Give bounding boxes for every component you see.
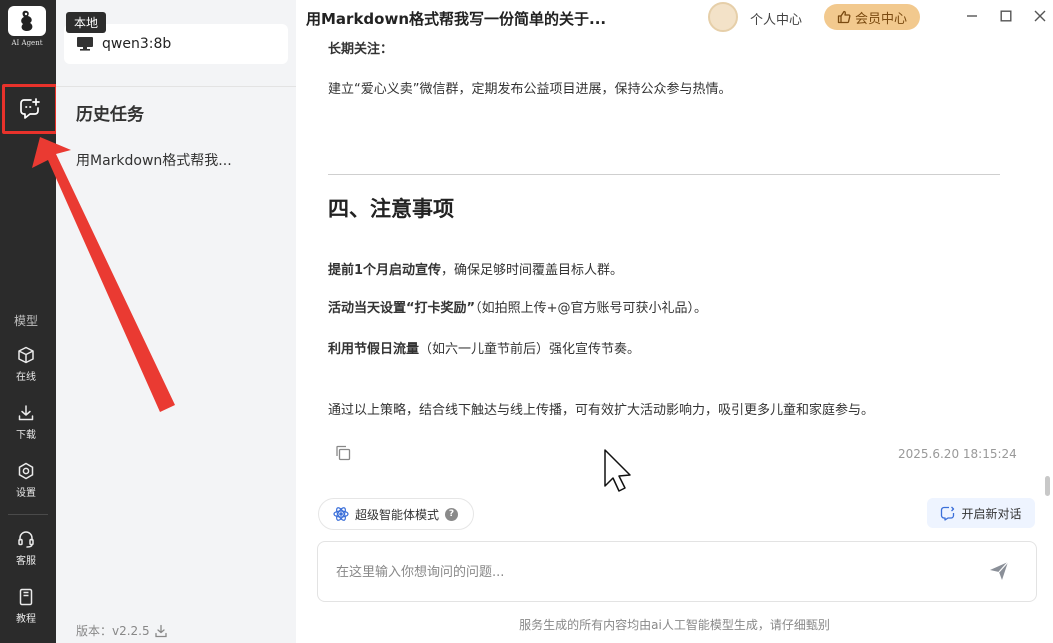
rail-item-label: 客服 <box>16 556 36 567</box>
new-conversation-button[interactable]: 开启新对话 <box>927 498 1035 528</box>
model-section-label: 模型 <box>13 314 38 328</box>
maximize-button[interactable] <box>996 6 1016 26</box>
note-item: 利用节假日流量（如六一儿童节前后）强化宣传节奏。 <box>328 342 641 357</box>
history-title: 历史任务 <box>76 105 144 125</box>
thumbs-up-icon <box>837 10 851 24</box>
rail-divider <box>8 514 48 515</box>
message-input[interactable] <box>336 560 956 584</box>
rail-item-support[interactable]: 客服 <box>0 530 52 567</box>
version-label: 版本：v2.2.5 <box>76 624 150 638</box>
summary-text: 通过以上策略，结合线下触达与线上传播，可有效扩大活动影响力，吸引更多儿童和家庭参… <box>328 403 875 418</box>
rail-item-tutorial[interactable]: 教程 <box>0 588 52 625</box>
vip-label: 会员中心 <box>854 11 907 27</box>
section-heading: 四、注意事项 <box>328 197 454 221</box>
conversation-title: 用Markdown格式帮我写一份简单的关于... <box>306 10 607 28</box>
new-chat-button[interactable] <box>2 84 58 134</box>
message-timestamp: 2025.6.20 18:15:24 <box>898 447 1017 461</box>
rail-item-label: 下载 <box>16 430 36 441</box>
rail-item-label: 在线 <box>16 372 36 383</box>
rail-item-label: 教程 <box>16 614 36 625</box>
logo-caption: AI Agent <box>11 39 43 47</box>
avatar[interactable] <box>708 2 738 32</box>
rail-item-online[interactable]: 在线 <box>0 346 52 383</box>
new-conversation-label: 开启新对话 <box>961 506 1022 521</box>
rail-item-label: 设置 <box>16 488 36 499</box>
close-icon <box>1034 10 1046 22</box>
minimize-button[interactable] <box>962 6 982 26</box>
vip-center-button[interactable]: 会员中心 <box>824 4 920 30</box>
close-button[interactable] <box>1030 6 1050 26</box>
left-rail: AI Agent 模型 在线 下载 设置 客服 教程 <box>0 0 58 643</box>
long-term-text: 建立“爱心义卖”微信群，定期发布公益项目进展，保持公众参与热情。 <box>328 82 732 97</box>
copy-icon <box>336 445 351 461</box>
agent-mode-label: 超级智能体模式 <box>355 507 440 522</box>
user-center-link[interactable]: 个人中心 <box>750 9 802 28</box>
chat-refresh-icon <box>941 506 955 521</box>
section-divider <box>328 174 1000 175</box>
book-icon <box>19 588 33 606</box>
app-logo: AI Agent <box>6 6 48 48</box>
logo-icon <box>8 6 46 36</box>
send-button[interactable] <box>988 560 1012 584</box>
gear-icon <box>18 462 34 480</box>
chat-plus-icon <box>20 98 40 119</box>
send-icon <box>990 561 1009 580</box>
panel-divider <box>56 86 296 87</box>
rail-item-settings[interactable]: 设置 <box>0 462 52 499</box>
local-tooltip: 本地 <box>66 12 107 33</box>
agent-mode-toggle[interactable]: 超级智能体模式 ? <box>318 498 474 530</box>
note-item: 提前1个月启动宣传，确保足够时间覆盖目标人群。 <box>328 263 624 278</box>
rail-item-download[interactable]: 下载 <box>0 404 52 441</box>
headset-icon <box>18 531 34 548</box>
scrollbar-thumb[interactable] <box>1045 476 1050 496</box>
message-content: 长期关注： 建立“爱心义卖”微信群，定期发布公益项目进展，保持公众参与热情。 四… <box>296 34 1053 494</box>
disclaimer: 服务生成的所有内容均由ai人工智能模型生成，请仔细甄别 <box>519 618 830 632</box>
download-icon <box>18 405 34 421</box>
minimize-icon <box>967 15 977 17</box>
version-info: 版本：v2.2.5 <box>76 622 168 639</box>
help-icon[interactable]: ? <box>445 507 459 521</box>
model-name: qwen3:8b <box>102 36 172 52</box>
message-input-box <box>317 541 1037 602</box>
side-panel: qwen3:8b 本地 历史任务 用Markdown格式帮我... 版本：v2.… <box>56 0 296 643</box>
cube-icon <box>18 346 34 364</box>
download-icon[interactable] <box>154 624 168 638</box>
atom-icon <box>333 507 349 521</box>
note-item: 活动当天设置“打卡奖励”（如拍照上传+@官方账号可获小礼品）。 <box>328 301 707 316</box>
copy-button[interactable] <box>334 444 352 462</box>
history-item[interactable]: 用Markdown格式帮我... <box>76 150 232 170</box>
title-bar: 用Markdown格式帮我写一份简单的关于... 个人中心 会员中心 <box>296 0 1053 34</box>
long-term-label: 长期关注： <box>328 42 394 57</box>
monitor-icon <box>77 37 93 51</box>
maximize-icon <box>1000 10 1012 22</box>
